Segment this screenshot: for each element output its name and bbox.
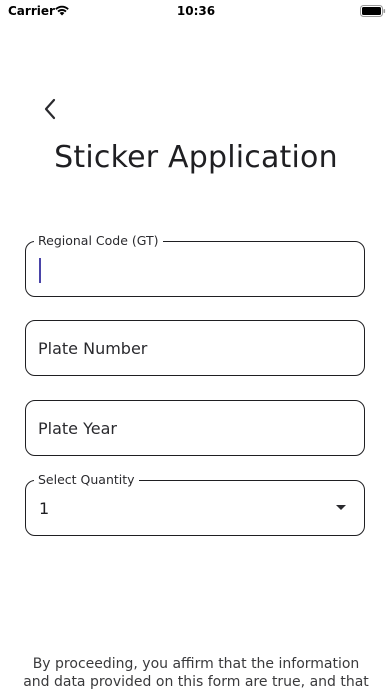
plate-number-input[interactable] <box>38 321 352 375</box>
plate-year-input[interactable] <box>38 401 352 455</box>
clock: 10:36 <box>176 4 216 18</box>
back-chevron-icon <box>44 98 56 120</box>
page-title: Sticker Application <box>54 140 338 175</box>
battery-icon <box>360 5 386 17</box>
back-button[interactable] <box>36 94 64 124</box>
plate-number-field[interactable] <box>25 320 365 376</box>
plate-year-field[interactable] <box>25 400 365 456</box>
dropdown-caret-icon <box>336 505 346 510</box>
quantity-value: 1 <box>39 499 50 518</box>
regional-code-label: Regional Code (GT) <box>34 233 163 249</box>
quantity-label: Select Quantity <box>34 472 139 488</box>
regional-code-field[interactable]: Regional Code (GT) <box>25 233 365 297</box>
disclaimer-text: By proceeding, you affirm that the infor… <box>23 656 369 690</box>
text-cursor <box>39 258 41 283</box>
quantity-select[interactable]: Select Quantity 1 <box>25 472 365 536</box>
status-bar: Carrier 10:36 <box>0 0 392 24</box>
